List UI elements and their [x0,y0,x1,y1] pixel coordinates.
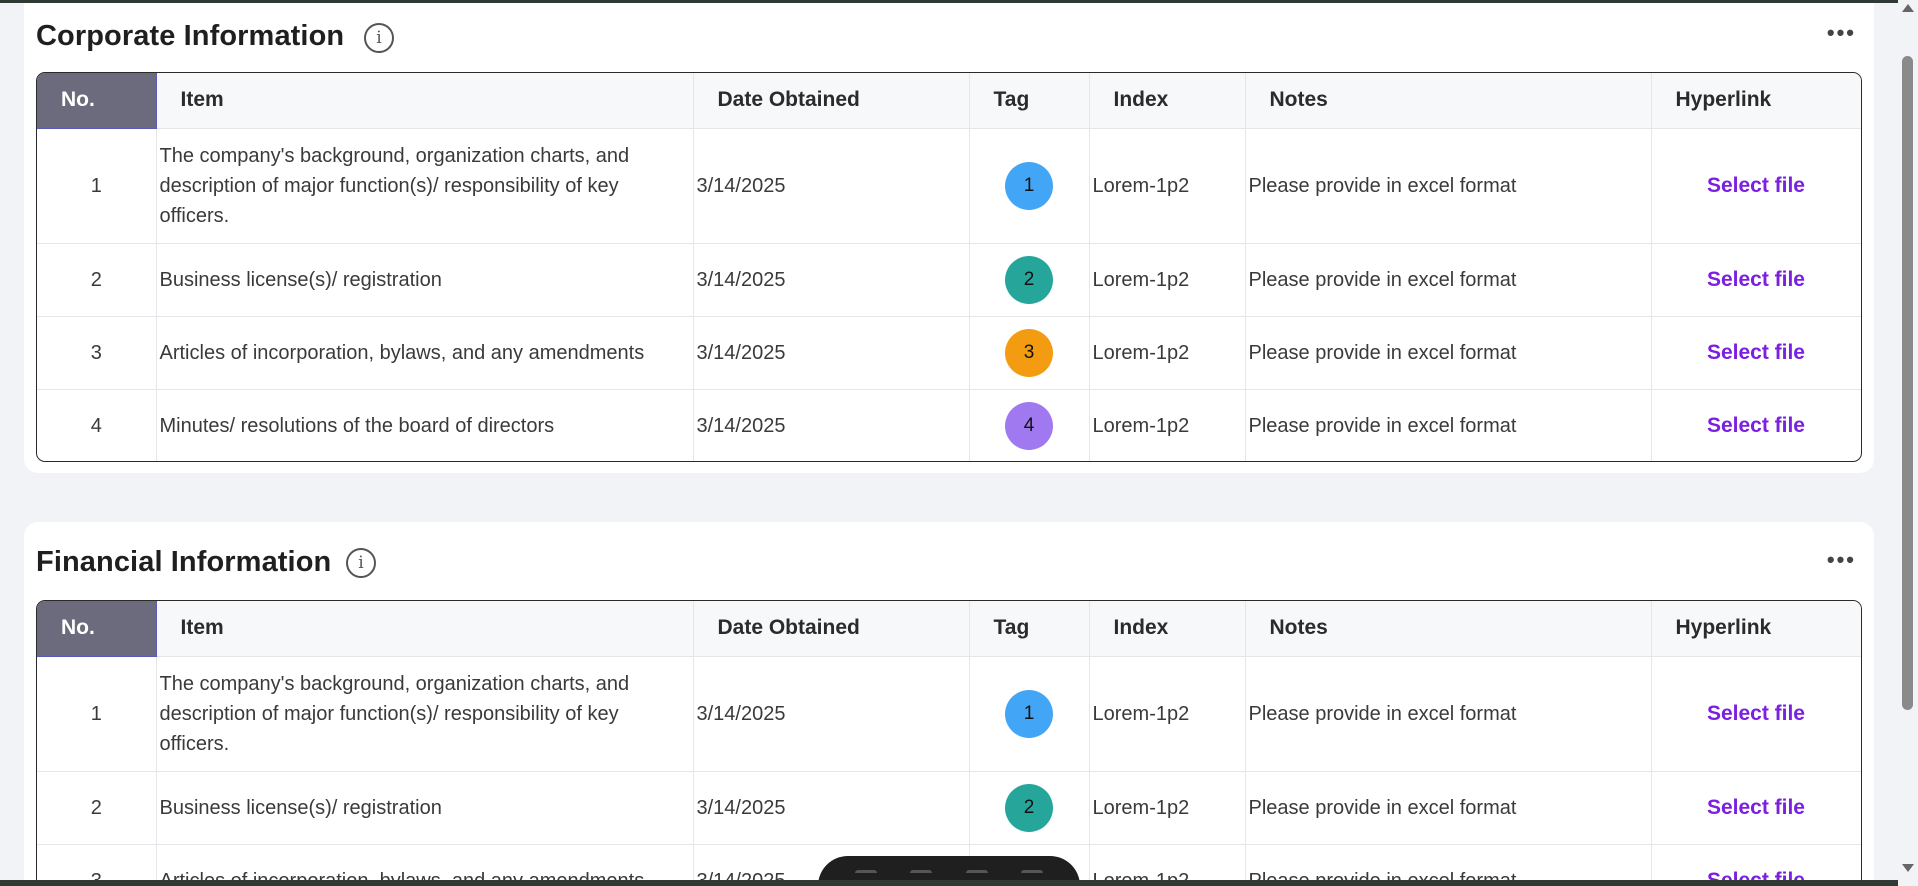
table-row[interactable]: 1 The company's background, organization… [37,656,1861,772]
scrollbar-thumb[interactable] [1902,56,1913,710]
date-cell: 3/14/2025 [693,656,970,772]
more-options-icon[interactable]: ••• [1827,22,1856,44]
column-header-date-obtained[interactable]: Date Obtained [693,601,970,657]
card-header: Corporate Information i ••• [24,3,1874,72]
toolbar-tool-icon[interactable] [854,870,877,880]
row-number: 1 [37,128,157,244]
hyperlink-cell: Select file [1651,656,1861,772]
column-header-hyperlink[interactable]: Hyperlink [1651,601,1861,657]
date-cell: 3/14/2025 [693,771,970,845]
tag-cell: 4 [969,389,1090,461]
toolbar-tool-icon[interactable] [965,870,988,880]
corporate-information-card: Corporate Information i ••• No. Item Dat… [24,3,1874,473]
column-header-index[interactable]: Index [1089,73,1246,129]
item-cell: Minutes/ resolutions of the board of dir… [156,389,694,461]
toolbar-settings-icon[interactable] [1021,870,1044,880]
item-cell: The company's background, organization c… [156,656,694,772]
more-options-icon[interactable]: ••• [1827,549,1856,571]
column-header-item[interactable]: Item [156,73,694,129]
tag-cell: 1 [969,128,1090,244]
card-header: Financial Information i ••• [24,522,1874,588]
section-title: Corporate Information [36,20,345,52]
column-header-no[interactable]: No. [37,73,157,129]
date-cell: 3/14/2025 [693,243,970,317]
table-header-row: No. Item Date Obtained Tag Index Notes H… [37,601,1861,657]
select-file-link[interactable]: Select file [1707,268,1805,291]
info-icon[interactable]: i [364,23,394,53]
notes-cell: Please provide in excel format [1245,656,1652,772]
toolbar-tool-icon[interactable] [910,870,933,880]
scroll-down-arrow-icon[interactable] [1902,864,1914,872]
notes-cell: Please provide in excel format [1245,316,1652,390]
index-cell: Lorem-1p2 [1089,771,1246,845]
tag-cell: 2 [969,243,1090,317]
table-row[interactable]: 2 Business license(s)/ registration 3/14… [37,243,1861,317]
scroll-up-arrow-icon[interactable] [1902,4,1914,12]
tag-badge[interactable]: 3 [1005,328,1053,377]
index-cell: Lorem-1p2 [1089,656,1246,772]
row-number: 2 [37,771,157,845]
row-number: 1 [37,656,157,772]
item-cell: Business license(s)/ registration [156,771,694,845]
column-header-date-obtained[interactable]: Date Obtained [693,73,970,129]
tag-badge[interactable]: 2 [1005,255,1053,304]
column-header-tag[interactable]: Tag [969,73,1090,129]
financial-information-table: No. Item Date Obtained Tag Index Notes H… [36,600,1862,886]
select-file-link[interactable]: Select file [1707,341,1805,364]
index-cell: Lorem-1p2 [1089,128,1246,244]
notes-cell: Please provide in excel format [1245,389,1652,461]
date-cell: 3/14/2025 [693,128,970,244]
hyperlink-cell: Select file [1651,771,1861,845]
column-header-hyperlink[interactable]: Hyperlink [1651,73,1861,129]
column-header-item[interactable]: Item [156,601,694,657]
tag-badge[interactable]: 1 [1005,689,1053,738]
row-number: 2 [37,243,157,317]
index-cell: Lorem-1p2 [1089,389,1246,461]
select-file-link[interactable]: Select file [1707,796,1805,819]
date-cell: 3/14/2025 [693,389,970,461]
column-header-tag[interactable]: Tag [969,601,1090,657]
row-number: 3 [37,316,157,390]
window-bottom-edge [0,880,1900,886]
financial-information-card: Financial Information i ••• No. Item Dat… [24,522,1874,886]
tag-cell: 3 [969,316,1090,390]
hyperlink-cell: Select file [1651,389,1861,461]
item-cell: Business license(s)/ registration [156,243,694,317]
column-header-no[interactable]: No. [37,601,157,657]
notes-cell: Please provide in excel format [1245,771,1652,845]
select-file-link[interactable]: Select file [1707,702,1805,725]
index-cell: Lorem-1p2 [1089,243,1246,317]
item-cell: Articles of incorporation, bylaws, and a… [156,316,694,390]
hyperlink-cell: Select file [1651,243,1861,317]
tag-badge[interactable]: 2 [1005,783,1053,832]
corporate-information-table: No. Item Date Obtained Tag Index Notes H… [36,72,1862,462]
row-number: 4 [37,389,157,461]
hyperlink-cell: Select file [1651,128,1861,244]
column-header-notes[interactable]: Notes [1245,73,1652,129]
column-header-index[interactable]: Index [1089,601,1246,657]
item-cell: The company's background, organization c… [156,128,694,244]
date-cell: 3/14/2025 [693,316,970,390]
section-title: Financial Information [36,546,332,578]
notes-cell: Please provide in excel format [1245,128,1652,244]
table-header-row: No. Item Date Obtained Tag Index Notes H… [37,73,1861,129]
info-icon[interactable]: i [346,548,376,578]
hyperlink-cell: Select file [1651,316,1861,390]
tag-badge[interactable]: 1 [1005,161,1053,210]
table-row[interactable]: 1 The company's background, organization… [37,128,1861,244]
select-file-link[interactable]: Select file [1707,174,1805,197]
table-row[interactable]: 4 Minutes/ resolutions of the board of d… [37,389,1861,461]
select-file-link[interactable]: Select file [1707,414,1805,437]
vertical-scrollbar[interactable] [1898,0,1918,886]
notes-cell: Please provide in excel format [1245,243,1652,317]
tag-cell: 2 [969,771,1090,845]
column-header-notes[interactable]: Notes [1245,601,1652,657]
table-row[interactable]: 2 Business license(s)/ registration 3/14… [37,771,1861,845]
index-cell: Lorem-1p2 [1089,316,1246,390]
tag-cell: 1 [969,656,1090,772]
table-row[interactable]: 3 Articles of incorporation, bylaws, and… [37,316,1861,390]
tag-badge[interactable]: 4 [1005,401,1053,450]
